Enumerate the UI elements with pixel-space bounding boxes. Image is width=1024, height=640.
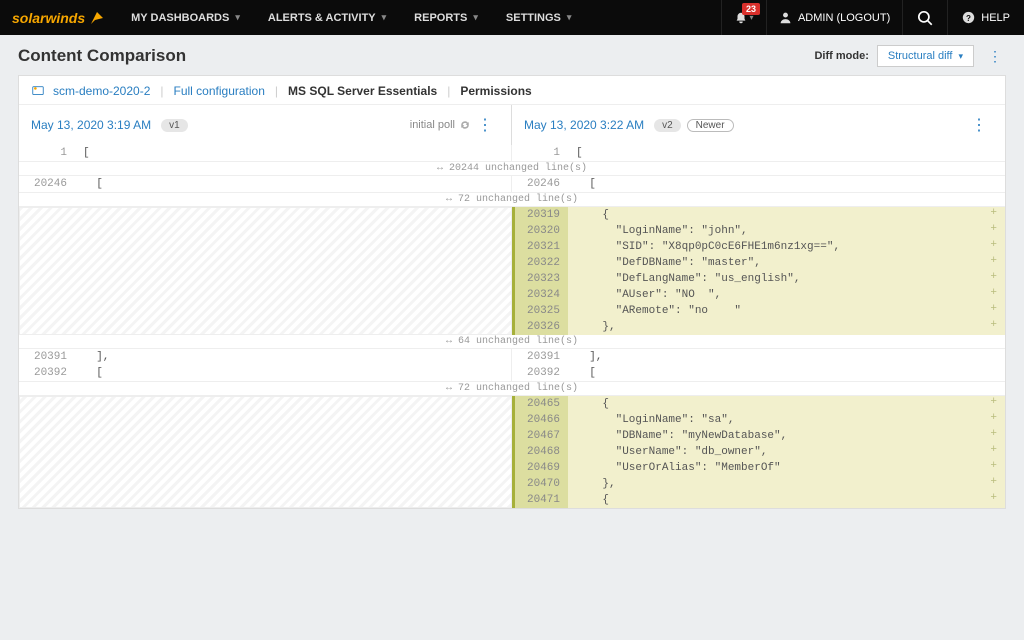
diff-line: 1[ 1[ bbox=[19, 145, 1005, 161]
added-line: 20471 {+ bbox=[512, 492, 1005, 508]
plus-icon: + bbox=[990, 492, 997, 504]
right-date[interactable]: May 13, 2020 3:22 AM bbox=[524, 118, 644, 132]
left-menu-button[interactable]: ⋮ bbox=[471, 115, 499, 135]
nav-settings[interactable]: SETTINGS▾ bbox=[492, 0, 586, 35]
crumb-essentials: MS SQL Server Essentials bbox=[284, 84, 441, 98]
nav-dashboards[interactable]: MY DASHBOARDS▾ bbox=[117, 0, 254, 35]
left-date[interactable]: May 13, 2020 3:19 AM bbox=[31, 118, 151, 132]
nav-reports[interactable]: REPORTS▾ bbox=[400, 0, 492, 35]
added-line: 20465 {+ bbox=[512, 396, 1005, 412]
plus-icon: + bbox=[990, 239, 997, 251]
plus-icon: + bbox=[990, 255, 997, 267]
search-icon bbox=[916, 9, 934, 27]
initial-poll-label: initial poll bbox=[410, 119, 471, 131]
added-line: 20319 {+ bbox=[512, 207, 1005, 223]
brand-icon bbox=[89, 10, 105, 26]
chevron-down-icon: ▾ bbox=[382, 12, 387, 23]
left-version-pill: v1 bbox=[161, 119, 188, 132]
notification-badge: 23 bbox=[742, 3, 760, 15]
top-nav: solarwinds MY DASHBOARDS▾ ALERTS & ACTIV… bbox=[0, 0, 1024, 35]
page-menu-button[interactable]: ⋮ bbox=[984, 48, 1006, 65]
plus-icon: + bbox=[990, 476, 997, 488]
plus-icon: + bbox=[990, 223, 997, 235]
help-button[interactable]: ? HELP bbox=[947, 0, 1024, 35]
added-block: 20465 {+20466 "LoginName": "sa",+20467 "… bbox=[19, 396, 1005, 508]
right-version-pill: v2 bbox=[654, 119, 681, 132]
added-line: 20466 "LoginName": "sa",+ bbox=[512, 412, 1005, 428]
plus-icon: + bbox=[990, 287, 997, 299]
crumb-permissions: Permissions bbox=[456, 84, 535, 98]
empty-hatch bbox=[19, 207, 512, 335]
plus-icon: + bbox=[990, 460, 997, 472]
crumb-node[interactable]: scm-demo-2020-2 bbox=[49, 84, 154, 98]
refresh-icon bbox=[459, 119, 471, 131]
plus-icon: + bbox=[990, 319, 997, 331]
empty-hatch bbox=[19, 396, 512, 508]
nav-items: MY DASHBOARDS▾ ALERTS & ACTIVITY▾ REPORT… bbox=[117, 0, 585, 35]
crumb-config[interactable]: Full configuration bbox=[170, 84, 269, 98]
help-icon: ? bbox=[962, 11, 975, 24]
right-menu-button[interactable]: ⋮ bbox=[965, 115, 993, 135]
added-line: 20321 "SID": "X8qp0pC0cE6FHE1m6nz1xg==",… bbox=[512, 239, 1005, 255]
user-icon bbox=[779, 11, 792, 24]
added-block: 20319 {+20320 "LoginName": "john",+20321… bbox=[19, 207, 1005, 335]
diff-line: 20392 [ 20392 [ bbox=[19, 365, 1005, 381]
plus-icon: + bbox=[990, 271, 997, 283]
plus-icon: + bbox=[990, 444, 997, 456]
notifications-button[interactable]: 23 ▾ bbox=[721, 0, 766, 35]
diff-line: 20246 [ 20246 [ bbox=[19, 176, 1005, 192]
added-line: 20322 "DefDBName": "master",+ bbox=[512, 255, 1005, 271]
brand-text: solarwinds bbox=[12, 10, 85, 26]
user-menu[interactable]: ADMIN (LOGOUT) bbox=[766, 0, 902, 35]
brand-logo[interactable]: solarwinds bbox=[0, 10, 117, 26]
search-button[interactable] bbox=[902, 0, 947, 35]
diff-body: 1[ 1[ ↔ 20244 unchanged line(s) 20246 [ … bbox=[19, 145, 1005, 508]
diff-mode-label: Diff mode: bbox=[814, 50, 868, 62]
added-line: 20325 "ARemote": "no "+ bbox=[512, 303, 1005, 319]
plus-icon: + bbox=[990, 428, 997, 440]
chevron-down-icon: ▾ bbox=[567, 12, 572, 23]
unchanged-separator[interactable]: ↔ 20244 unchanged line(s) bbox=[19, 161, 1005, 176]
left-header: May 13, 2020 3:19 AM v1 initial poll ⋮ bbox=[19, 105, 511, 145]
node-icon bbox=[31, 84, 45, 98]
nav-right: 23 ▾ ADMIN (LOGOUT) ? HELP bbox=[721, 0, 1024, 35]
added-line: 20324 "AUser": "NO ",+ bbox=[512, 287, 1005, 303]
diff-line: 20391 ], 20391 ], bbox=[19, 349, 1005, 365]
page-header: Content Comparison Diff mode: Structural… bbox=[0, 35, 1024, 75]
plus-icon: + bbox=[990, 303, 997, 315]
plus-icon: + bbox=[990, 396, 997, 408]
nav-alerts[interactable]: ALERTS & ACTIVITY▾ bbox=[254, 0, 400, 35]
plus-icon: + bbox=[990, 207, 997, 219]
chevron-down-icon: ▾ bbox=[958, 51, 963, 62]
diff-headers: May 13, 2020 3:19 AM v1 initial poll ⋮ M… bbox=[19, 105, 1005, 145]
content-box: scm-demo-2020-2 | Full configuration | M… bbox=[18, 75, 1006, 509]
added-line: 20323 "DefLangName": "us_english",+ bbox=[512, 271, 1005, 287]
added-line: 20326 },+ bbox=[512, 319, 1005, 335]
unchanged-separator[interactable]: ↔ 72 unchanged line(s) bbox=[19, 381, 1005, 396]
chevron-down-icon: ▾ bbox=[235, 12, 240, 23]
diff-mode-select[interactable]: Structural diff ▾ bbox=[877, 45, 974, 67]
added-line: 20468 "UserName": "db_owner",+ bbox=[512, 444, 1005, 460]
added-line: 20467 "DBName": "myNewDatabase",+ bbox=[512, 428, 1005, 444]
unchanged-separator[interactable]: ↔ 64 unchanged line(s) bbox=[19, 335, 1005, 349]
svg-text:?: ? bbox=[966, 14, 971, 23]
added-line: 20470 },+ bbox=[512, 476, 1005, 492]
added-line: 20320 "LoginName": "john",+ bbox=[512, 223, 1005, 239]
chevron-down-icon: ▾ bbox=[473, 12, 478, 23]
right-header: May 13, 2020 3:22 AM v2 Newer ⋮ bbox=[512, 105, 1005, 145]
help-label: HELP bbox=[981, 12, 1010, 24]
page-title: Content Comparison bbox=[18, 46, 814, 66]
newer-pill: Newer bbox=[687, 119, 734, 132]
breadcrumb: scm-demo-2020-2 | Full configuration | M… bbox=[19, 76, 1005, 105]
unchanged-separator[interactable]: ↔ 72 unchanged line(s) bbox=[19, 192, 1005, 207]
user-label: ADMIN (LOGOUT) bbox=[798, 12, 890, 24]
plus-icon: + bbox=[990, 412, 997, 424]
added-line: 20469 "UserOrAlias": "MemberOf"+ bbox=[512, 460, 1005, 476]
